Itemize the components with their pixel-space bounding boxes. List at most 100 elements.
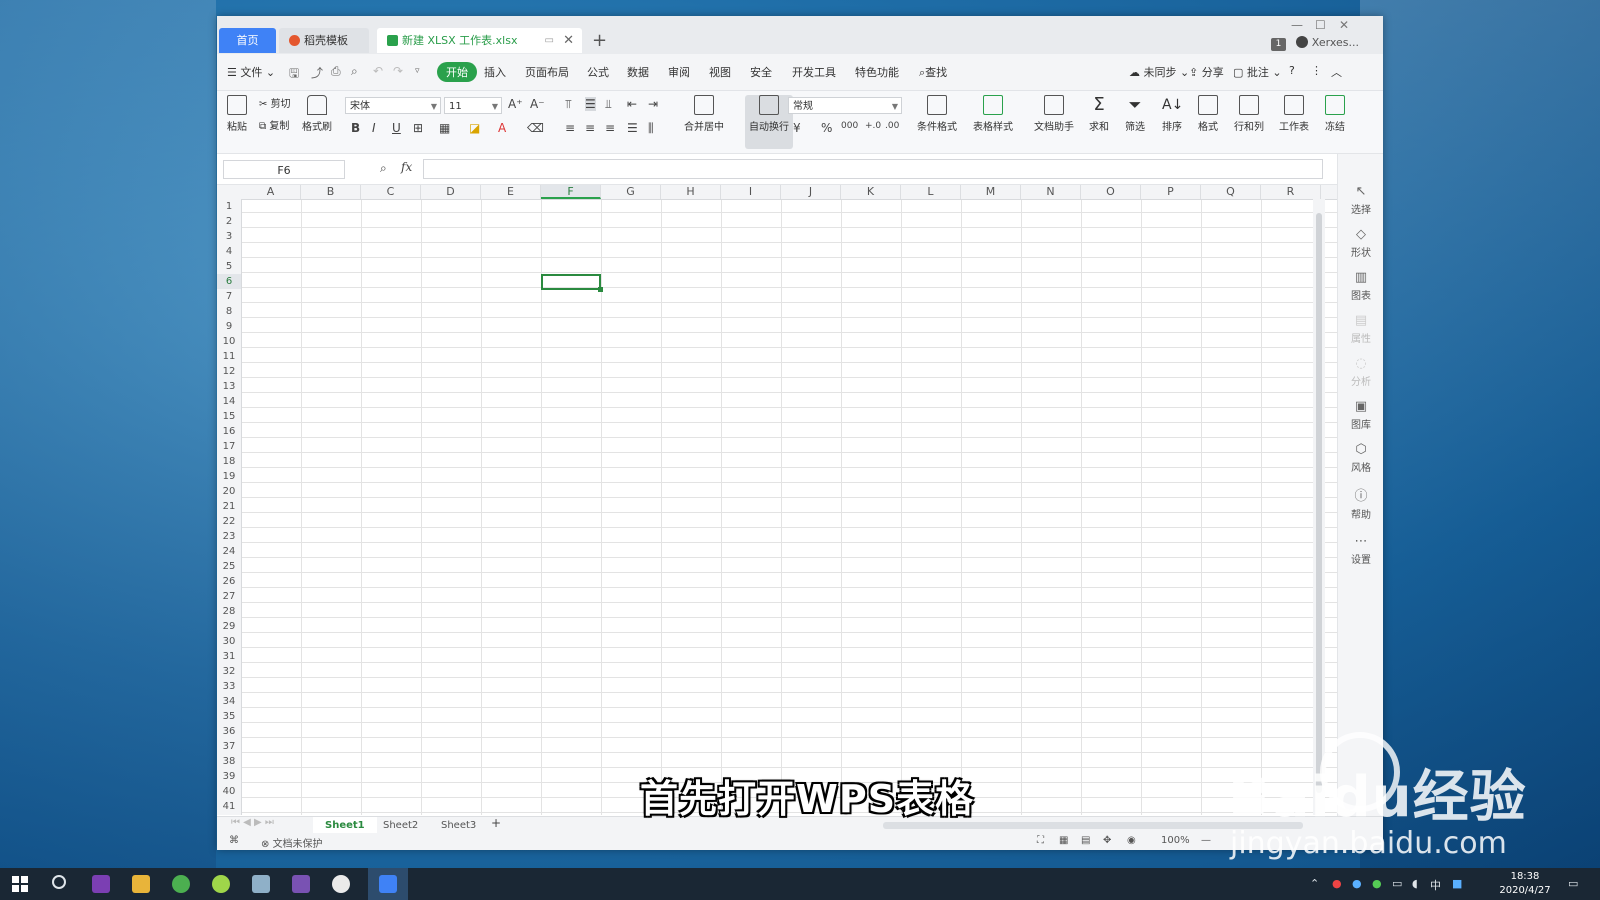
sheet-nav-icon[interactable]: ⏮ ◀ ▶ ⏭ [231,817,274,828]
row-header-31[interactable]: 31 [217,649,241,664]
zoom-formula-icon[interactable]: ⌕ [380,161,387,176]
wrap-text-button[interactable]: 自动换行 [745,95,793,133]
close-window-icon[interactable]: ✕ [1339,18,1349,32]
conditional-format-button[interactable]: 条件格式 [913,95,961,133]
row-header-9[interactable]: 9 [217,319,241,334]
column-header-c[interactable]: C [361,185,421,199]
indent-decrease-icon[interactable]: ⇤ [627,97,637,111]
row-header-38[interactable]: 38 [217,754,241,769]
bold-icon[interactable]: B [351,121,360,135]
account[interactable]: Xerxes... [1295,36,1359,49]
row-header-26[interactable]: 26 [217,574,241,589]
row-header-30[interactable]: 30 [217,634,241,649]
search-icon[interactable] [52,875,66,889]
column-header-n[interactable]: N [1021,185,1081,199]
side-style[interactable]: ⬡ 风格 [1338,442,1383,474]
row-header-39[interactable]: 39 [217,769,241,784]
pin-icon[interactable]: ▭ [545,28,554,53]
sheet-tab-1[interactable]: Sheet1 [313,817,377,834]
side-settings[interactable]: ⋯ 设置 [1338,534,1383,566]
row-header-1[interactable]: 1 [217,199,241,214]
row-header-12[interactable]: 12 [217,364,241,379]
row-header-24[interactable]: 24 [217,544,241,559]
row-header-33[interactable]: 33 [217,679,241,694]
row-header-16[interactable]: 16 [217,424,241,439]
column-header-r[interactable]: R [1261,185,1321,199]
filter-button[interactable]: ⏷ 筛选 [1115,95,1155,133]
format-button[interactable]: 格式 [1188,95,1228,133]
tab-home[interactable]: 首页 [219,28,276,53]
align-left-icon[interactable]: ≡ [565,121,575,135]
decrease-font-icon[interactable]: A⁻ [530,97,545,111]
tab-document[interactable]: 新建 XLSX 工作表.xlsx ▭ ✕ [377,28,582,53]
row-header-34[interactable]: 34 [217,694,241,709]
help-icon[interactable]: ? [1289,64,1295,77]
format-painter-button[interactable]: 格式刷 [297,95,337,133]
share-button[interactable]: ⇪ 分享 [1189,64,1224,80]
export-icon[interactable]: ⤴ [311,64,323,81]
indent-increase-icon[interactable]: ⇥ [648,97,658,111]
print-preview-icon[interactable]: ⌕ [351,64,358,79]
vertical-scrollbar[interactable] [1313,199,1325,815]
freeze-button[interactable]: 冻结 [1317,95,1353,133]
search-button[interactable]: ⌕查找 [919,64,947,80]
thousands-icon[interactable]: 000 [841,121,858,131]
font-color-icon[interactable]: A [498,121,506,135]
row-header-4[interactable]: 4 [217,244,241,259]
customize-icon[interactable]: ▿ [415,66,420,76]
row-header-29[interactable]: 29 [217,619,241,634]
undo-icon[interactable]: ↶ [373,64,383,78]
fx-icon[interactable]: fx [401,160,412,174]
file-menu[interactable]: ☰ 文件 ⌄ [227,64,275,80]
row-header-41[interactable]: 41 [217,799,241,814]
column-header-m[interactable]: M [961,185,1021,199]
row-header-8[interactable]: 8 [217,304,241,319]
doc-helper-button[interactable]: 文档助手 [1030,95,1078,133]
chrome-icon[interactable] [172,875,190,893]
align-middle-icon[interactable]: ☰ [585,97,596,111]
sort-button[interactable]: A↓ 排序 [1152,95,1192,133]
side-analysis[interactable]: ◌ 分析 [1338,356,1383,388]
row-header-37[interactable]: 37 [217,739,241,754]
save-icon[interactable]: 🖫 [289,64,299,85]
tray-app-icon[interactable]: ● [1332,877,1342,890]
select-all-corner[interactable] [217,185,241,199]
row-header-20[interactable]: 20 [217,484,241,499]
row-header-36[interactable]: 36 [217,724,241,739]
column-header-q[interactable]: Q [1201,185,1261,199]
sheet-tab-2[interactable]: Sheet2 [371,817,430,834]
column-header-l[interactable]: L [901,185,961,199]
column-header-e[interactable]: E [481,185,541,199]
menu-data[interactable]: 数据 [627,64,649,80]
table-style-button[interactable]: 表格样式 [969,95,1017,133]
notification-badge[interactable]: 1 [1271,38,1286,51]
tab-templates[interactable]: 稻壳模板 [279,28,369,53]
menu-special[interactable]: 特色功能 [855,64,899,80]
name-box[interactable]: F6 [223,160,345,179]
increase-font-icon[interactable]: A⁺ [508,97,523,111]
number-format-select[interactable]: 常规 ▼ [788,97,902,114]
percent-icon[interactable]: % [821,121,832,135]
row-header-7[interactable]: 7 [217,289,241,304]
column-header-o[interactable]: O [1081,185,1141,199]
sync-button[interactable]: ☁ 未同步 ⌄ [1129,64,1189,80]
minimize-icon[interactable]: — [1291,18,1303,32]
print-icon[interactable]: ⎙ [331,64,341,79]
maximize-icon[interactable]: ☐ [1315,18,1326,32]
normal-view-icon[interactable]: ▦ [1059,835,1068,846]
column-header-f[interactable]: F [541,185,601,199]
macro-icon[interactable]: ⌘ [229,835,239,846]
column-header-a[interactable]: A [241,185,301,199]
zoom-level[interactable]: 100% [1161,835,1190,846]
side-help[interactable]: ⓘ 帮助 [1338,485,1383,521]
side-gallery[interactable]: ▣ 图库 [1338,399,1383,431]
side-chart[interactable]: ▥ 图表 [1338,270,1383,302]
side-properties[interactable]: ▤ 属性 [1338,313,1383,345]
clock[interactable]: 18:38 2020/4/27 [1490,870,1560,898]
menu-page-layout[interactable]: 页面布局 [525,64,569,80]
notification-center-icon[interactable]: ▭ [1568,877,1578,890]
row-header-2[interactable]: 2 [217,214,241,229]
row-header-19[interactable]: 19 [217,469,241,484]
fullscreen-icon[interactable]: ⛶ [1037,835,1044,846]
column-header-k[interactable]: K [841,185,901,199]
